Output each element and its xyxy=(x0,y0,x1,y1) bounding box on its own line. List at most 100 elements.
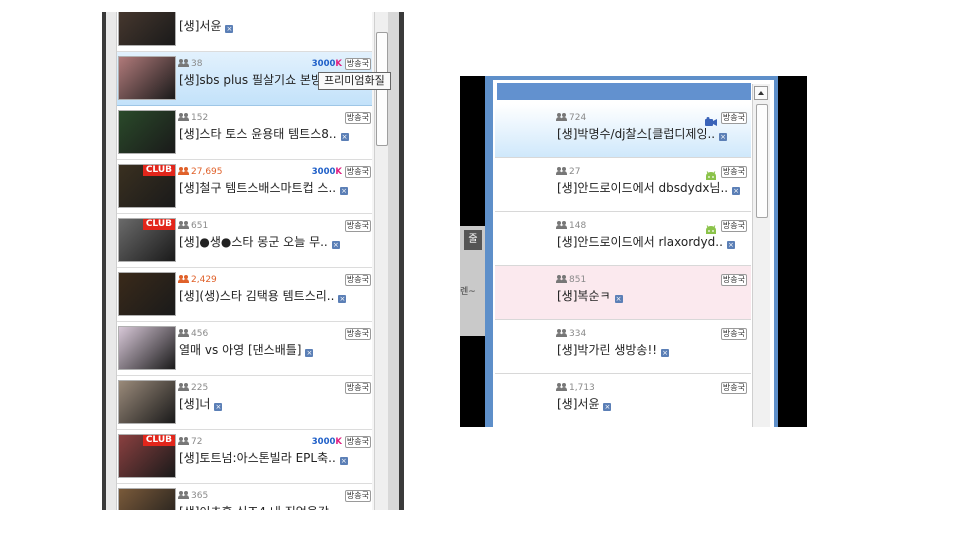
broadcast-thumbnail[interactable] xyxy=(118,488,176,510)
station-button[interactable]: 방송국 xyxy=(344,166,371,178)
station-button[interactable]: 방송국 xyxy=(720,166,747,178)
broadcast-thumbnail[interactable] xyxy=(118,56,176,100)
viewer-count-value: 152 xyxy=(191,113,209,123)
broadcast-title[interactable]: [생]박명수/dj찰스[클럽디제잉.. xyxy=(557,127,715,141)
station-button[interactable]: 방송국 xyxy=(720,112,747,124)
viewer-count: 148 xyxy=(556,221,586,232)
broadcast-title-line[interactable]: [생]이초홍 심즈4 내 직업을갖..× xyxy=(179,505,369,510)
list-item[interactable]: 1,713 방송국 [생]서윤 × xyxy=(495,374,751,427)
station-button[interactable]: 방송국 xyxy=(344,436,371,448)
station-button[interactable]: 방송국 xyxy=(344,382,371,394)
broadcast-title[interactable]: [생]이초홍 심즈4 내 직업을갖.. xyxy=(179,505,337,510)
broadcast-title-line[interactable]: [생]안드로이드에서 rlaxordyd.. × xyxy=(557,235,749,250)
broadcast-title-line[interactable]: [생]서윤 × xyxy=(557,397,749,412)
station-button[interactable]: 방송국 xyxy=(344,220,371,232)
broadcast-thumbnail[interactable]: CLUB xyxy=(118,434,176,478)
list-item[interactable]: 148 방송국 [생]안드로이드에서 rlaxordyd.. × xyxy=(495,212,751,266)
broadcast-title-line[interactable]: [생]스타 토스 윤용태 템트스8.. × xyxy=(179,127,369,142)
close-icon[interactable]: × xyxy=(340,133,349,141)
close-icon[interactable]: × xyxy=(225,25,234,33)
broadcast-title[interactable]: [생]안드로이드에서 dbsdydx님.. xyxy=(557,181,728,195)
close-icon[interactable]: × xyxy=(331,241,340,249)
right-scrollbar[interactable] xyxy=(752,84,770,427)
broadcast-title-line[interactable]: [생]너 × xyxy=(179,397,369,412)
station-button[interactable]: 방송국 xyxy=(720,274,747,286)
broadcast-title-line[interactable]: [생]복순ㅋ × xyxy=(557,289,749,304)
close-icon[interactable]: × xyxy=(305,349,314,357)
broadcast-title-line[interactable]: [생]●생●스타 몽군 오늘 무.. × xyxy=(179,235,369,250)
close-icon[interactable]: × xyxy=(214,403,223,411)
club-badge: CLUB xyxy=(142,435,175,446)
broadcast-title-line[interactable]: [생]박가린 생방송!! × xyxy=(557,343,749,358)
viewer-count: 72 xyxy=(178,437,202,448)
station-button[interactable]: 방송국 xyxy=(344,328,371,340)
close-icon[interactable]: × xyxy=(338,295,347,303)
close-icon[interactable]: × xyxy=(661,349,670,357)
close-icon[interactable]: × xyxy=(339,457,348,465)
list-item[interactable]: 334 방송국 [생]박가린 생방송!! × xyxy=(495,320,751,374)
broadcast-title-line[interactable]: [생]안드로이드에서 dbsdydx님.. × xyxy=(557,181,749,196)
list-item[interactable]: CLUB 72 3000K 방송국 [생]토트넘:아스톤빌라 EPL축.. × xyxy=(117,430,372,484)
quality-label: 3000K xyxy=(312,59,342,70)
station-button[interactable]: 방송국 xyxy=(344,490,371,502)
broadcast-title[interactable]: [생]철구 템트스배스마트컵 스.. xyxy=(179,181,336,195)
broadcast-title[interactable]: [생]너 xyxy=(179,397,210,411)
list-item[interactable]: CLUB 27,695 3000K 방송국 [생]철구 템트스배스마트컵 스.. × xyxy=(117,160,372,214)
broadcast-title-line[interactable]: [생](생)스타 김택용 템트스리.. × xyxy=(179,289,369,304)
broadcast-title[interactable]: [생]sbs plus 필살기쇼 본방사 xyxy=(179,73,333,87)
list-item[interactable]: 365 방송국 [생]이초홍 심즈4 내 직업을갖..× xyxy=(117,484,372,510)
list-item[interactable]: 724 방송국 [생]박명수/dj찰스[클럽디제잉.. × xyxy=(495,104,751,158)
broadcast-thumbnail[interactable] xyxy=(118,380,176,424)
right-scrollbar-thumb[interactable] xyxy=(756,104,768,218)
list-item[interactable]: 225 방송국 [생]너 × xyxy=(117,376,372,430)
broadcast-title-line[interactable]: [생]서윤 × xyxy=(179,19,369,34)
list-item[interactable]: 27 방송국 [생]안드로이드에서 dbsdydx님.. × xyxy=(495,158,751,212)
list-header-bar xyxy=(497,83,751,100)
close-icon[interactable]: × xyxy=(719,133,728,141)
list-item[interactable]: 456 방송국 열매 vs 아영 [댄스배틀] × xyxy=(117,322,372,376)
broadcast-title[interactable]: [생]스타 토스 윤용태 템트스8.. xyxy=(179,127,337,141)
close-icon[interactable]: × xyxy=(732,187,741,195)
broadcast-title[interactable]: [생]서윤 xyxy=(179,19,221,33)
broadcast-thumbnail[interactable] xyxy=(118,326,176,370)
broadcast-thumbnail[interactable]: CLUB xyxy=(118,164,176,208)
close-icon[interactable]: × xyxy=(603,403,612,411)
list-item[interactable]: [생]서윤 × xyxy=(117,12,372,52)
broadcast-thumbnail[interactable] xyxy=(118,12,176,46)
station-button[interactable]: 방송국 xyxy=(344,58,371,70)
broadcast-title[interactable]: 열매 vs 아영 [댄스배틀] xyxy=(179,343,301,357)
side-button[interactable]: 줄 xyxy=(464,230,482,250)
broadcast-thumbnail[interactable] xyxy=(118,110,176,154)
quality-value: 3000 xyxy=(311,59,336,69)
people-icon xyxy=(178,59,189,67)
close-icon[interactable]: × xyxy=(614,295,623,303)
station-button[interactable]: 방송국 xyxy=(720,220,747,232)
list-item[interactable]: 2,429 방송국 [생](생)스타 김택용 템트스리.. × xyxy=(117,268,372,322)
broadcast-title-line[interactable]: 열매 vs 아영 [댄스배틀] × xyxy=(179,343,369,358)
station-button[interactable]: 방송국 xyxy=(720,328,747,340)
scroll-up-arrow-icon[interactable] xyxy=(754,86,768,100)
broadcast-thumbnail[interactable]: CLUB xyxy=(118,218,176,262)
station-button[interactable]: 방송국 xyxy=(344,274,371,286)
broadcast-title-line[interactable]: [생]철구 템트스배스마트컵 스.. × xyxy=(179,181,369,196)
broadcast-title[interactable]: [생]복순ㅋ xyxy=(557,289,611,303)
broadcast-title[interactable]: [생](생)스타 김택용 템트스리.. xyxy=(179,289,334,303)
list-item[interactable]: CLUB 651 방송국 [생]●생●스타 몽군 오늘 무.. × xyxy=(117,214,372,268)
close-icon[interactable]: × xyxy=(340,187,349,195)
viewer-count: 651 xyxy=(178,221,208,232)
broadcast-title[interactable]: [생]박가린 생방송!! xyxy=(557,343,657,357)
people-icon xyxy=(178,437,189,445)
list-item[interactable]: 851 방송국 [생]복순ㅋ × xyxy=(495,266,751,320)
broadcast-title[interactable]: [생]●생●스타 몽군 오늘 무.. xyxy=(179,235,328,249)
broadcast-title[interactable]: [생]서윤 xyxy=(557,397,599,411)
viewer-count: 152 xyxy=(178,113,209,124)
broadcast-title[interactable]: [생]안드로이드에서 rlaxordyd.. xyxy=(557,235,723,249)
close-icon[interactable]: × xyxy=(726,241,735,249)
station-button[interactable]: 방송국 xyxy=(720,382,747,394)
broadcast-title-line[interactable]: [생]토트넘:아스톤빌라 EPL축.. × xyxy=(179,451,369,466)
station-button[interactable]: 방송국 xyxy=(344,112,371,124)
broadcast-thumbnail[interactable] xyxy=(118,272,176,316)
broadcast-title[interactable]: [생]토트넘:아스톤빌라 EPL축.. xyxy=(179,451,336,465)
broadcast-title-line[interactable]: [생]박명수/dj찰스[클럽디제잉.. × xyxy=(557,127,749,142)
list-item[interactable]: 152 방송국 [생]스타 토스 윤용태 템트스8.. × xyxy=(117,106,372,160)
